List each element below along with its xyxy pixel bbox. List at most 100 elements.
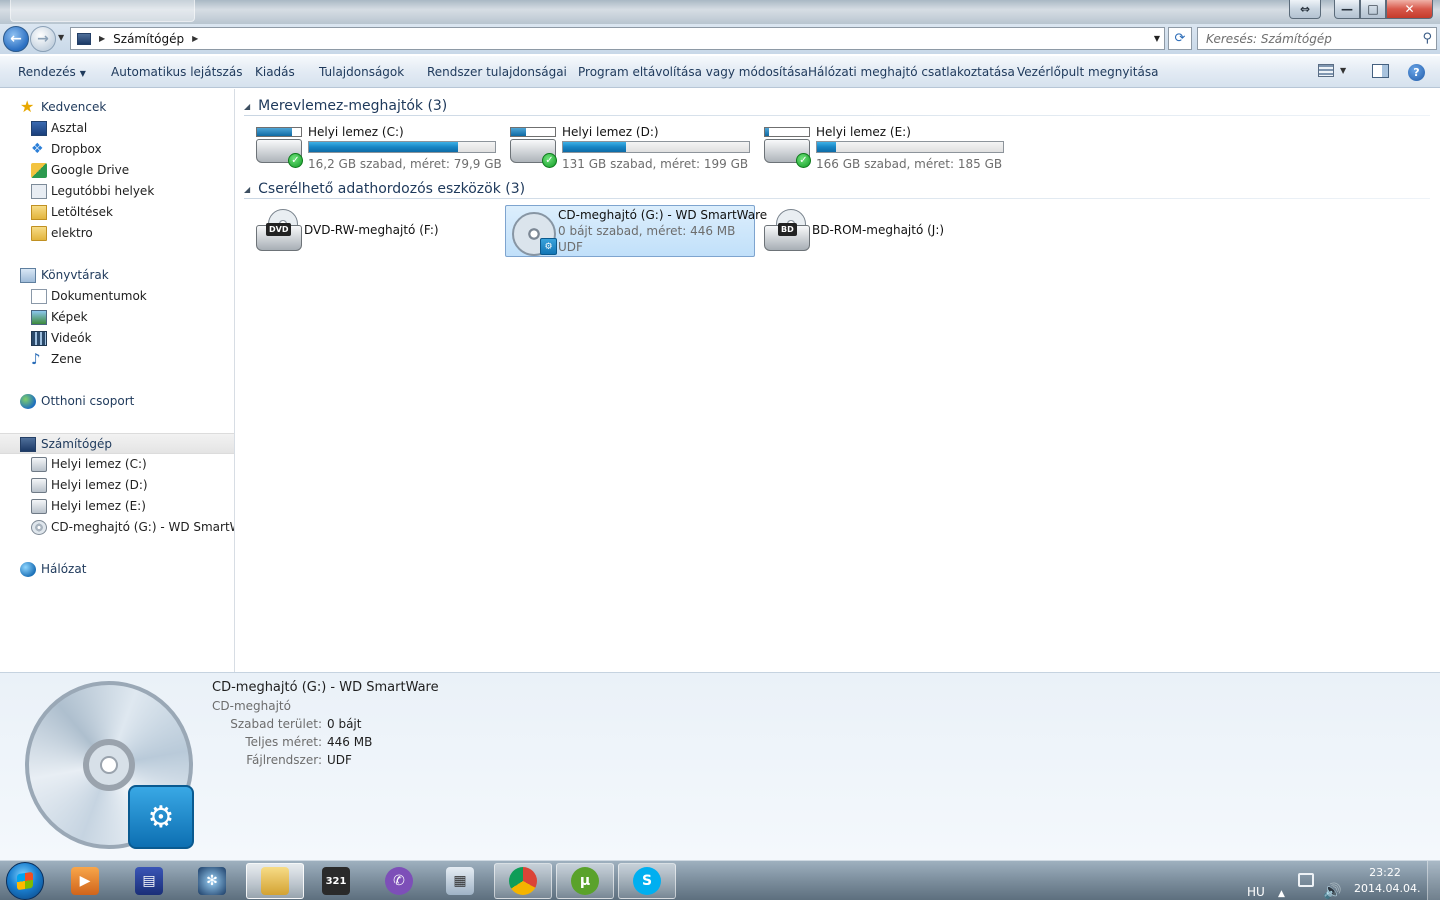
viber-icon: ✆ (385, 867, 413, 895)
close-button[interactable]: ✕ (1386, 0, 1433, 19)
hard-drive-icon: ✓ (764, 127, 812, 168)
check-icon: ✓ (288, 153, 303, 168)
usage-fill (563, 142, 627, 152)
eject-button[interactable]: Kiadás (255, 65, 295, 79)
drive-tile-j[interactable]: BD BD-ROM-meghajtó (J:) (760, 205, 1010, 257)
details-row: Szabad terület: 0 bájt (212, 717, 512, 735)
maximize-button[interactable]: □ (1360, 0, 1386, 19)
group-title: Merevlemez-meghajtók (3) (258, 98, 448, 114)
sidebar-item-network[interactable]: Hálózat (0, 559, 234, 580)
sidebar-item-computer[interactable]: Számítógép (0, 433, 234, 454)
open-control-panel-button[interactable]: Vezérlőpult megnyitása (1017, 65, 1158, 79)
organize-menu[interactable]: Rendezés ▼ (18, 65, 86, 79)
hard-drive-icon (31, 457, 47, 472)
volume-icon[interactable]: 🔊 (1323, 871, 1342, 900)
preview-pane-button[interactable] (1372, 64, 1389, 78)
drive-tile-f[interactable]: DVD DVD-RW-meghajtó (F:) (252, 205, 502, 257)
properties-button[interactable]: Tulajdonságok (319, 65, 404, 79)
taskbar-utorrent[interactable]: µ (556, 863, 614, 899)
sidebar-item-label: Számítógép (41, 437, 112, 451)
drive-tile-g[interactable]: ⚙ CD-meghajtó (G:) - WD SmartWare 0 bájt… (505, 205, 767, 257)
show-desktop-button[interactable] (1427, 861, 1440, 900)
drive-tile-c[interactable]: ✓ Helyi lemez (C:) 16,2 GB szabad, méret… (254, 123, 504, 175)
chevron-right-icon[interactable]: ▶ (99, 34, 105, 43)
back-button[interactable]: ← (3, 26, 29, 52)
sidebar-item-drive-d[interactable]: Helyi lemez (D:) (0, 475, 234, 496)
sidebar-item-favorites[interactable]: ★ Kedvencek (0, 97, 234, 118)
sidebar-item-downloads[interactable]: Letöltések (0, 202, 234, 223)
sidebar-item-label: CD-meghajtó (G:) - WD SmartWare (51, 520, 234, 534)
address-history-dropdown[interactable]: ▼ (1154, 34, 1160, 43)
drive-tile-e[interactable]: ✓ Helyi lemez (E:) 166 GB szabad, méret:… (762, 123, 1012, 175)
collapse-triangle-icon[interactable]: ◢ (244, 185, 250, 194)
sidebar-item-homegroup[interactable]: Otthoni csoport (0, 391, 234, 412)
forward-button[interactable]: → (30, 26, 56, 52)
show-hidden-icons-button[interactable]: ▲ (1278, 874, 1285, 900)
organize-label: Rendezés (18, 65, 76, 79)
taskbar-viber[interactable]: ✆ (370, 863, 428, 899)
change-view-button[interactable]: ▼ (1318, 64, 1346, 77)
autoplay-button[interactable]: Automatikus lejátszás (111, 65, 242, 79)
sidebar-item-label: Legutóbbi helyek (51, 184, 155, 198)
sidebar-item-drive-g[interactable]: CD-meghajtó (G:) - WD SmartWare (0, 517, 234, 538)
content-pane: ◢ Merevlemez-meghajtók (3) ✓ Helyi lemez… (236, 89, 1440, 672)
collapse-triangle-icon[interactable]: ◢ (244, 102, 250, 111)
breadcrumb-computer[interactable]: Számítógép (113, 32, 184, 46)
drive-name: BD-ROM-meghajtó (J:) (812, 223, 945, 237)
group-header-removable[interactable]: ◢ Cserélhető adathordozós eszközök (3) (244, 179, 1430, 199)
chevron-down-icon[interactable]: ▼ (1340, 66, 1346, 75)
restore-size-button[interactable]: ⇔ (1289, 0, 1321, 19)
taskbar-explorer[interactable] (246, 863, 304, 899)
sidebar-item-pictures[interactable]: Képek (0, 307, 234, 328)
chevron-right-icon[interactable]: ▶ (192, 34, 198, 43)
title-bar: ⇔ — □ ✕ (0, 0, 1440, 24)
sidebar-item-dropbox[interactable]: ❖ Dropbox (0, 139, 234, 160)
search-input[interactable] (1206, 31, 1406, 46)
details-title: CD-meghajtó (G:) - WD SmartWare (212, 680, 439, 695)
taskbar-calculator[interactable]: ▦ (431, 863, 489, 899)
sidebar-item-videos[interactable]: Videók (0, 328, 234, 349)
group-divider (244, 198, 1430, 199)
drive-tile-d[interactable]: ✓ Helyi lemez (D:) 131 GB szabad, méret:… (508, 123, 758, 175)
clock[interactable]: 23:22 2014.04.04. (1354, 865, 1420, 897)
recent-pages-dropdown[interactable]: ▼ (58, 33, 64, 42)
search-box[interactable]: ⚲ (1197, 27, 1437, 50)
map-network-drive-button[interactable]: Hálózati meghajtó csatlakoztatása (808, 65, 1015, 79)
preview-pane-icon (1372, 64, 1389, 78)
sidebar-item-documents[interactable]: Dokumentumok (0, 286, 234, 307)
taskbar-fan-app[interactable]: ✻ (183, 863, 241, 899)
details-value: 446 MB (327, 735, 373, 749)
sidebar-item-recent-places[interactable]: Legutóbbi helyek (0, 181, 234, 202)
system-properties-button[interactable]: Rendszer tulajdonságai (427, 65, 567, 79)
address-bar[interactable]: ▶ Számítógép ▶ ▼ (70, 27, 1165, 50)
taskbar-chrome[interactable] (494, 863, 552, 899)
refresh-button[interactable]: ⟳ (1168, 27, 1192, 50)
smartware-badge-icon: ⚙ (128, 785, 194, 849)
taskbar-skype[interactable]: S (618, 863, 676, 899)
documents-icon (31, 289, 47, 304)
taskbar-video-editor[interactable]: 321 (307, 863, 365, 899)
sidebar-item-music[interactable]: ♪ Zene (0, 349, 234, 370)
language-indicator[interactable]: HU (1247, 872, 1265, 900)
minimize-button[interactable]: — (1334, 0, 1360, 19)
sidebar-item-label: Zene (51, 352, 82, 366)
help-button[interactable]: ? (1408, 64, 1425, 81)
window-tab[interactable] (10, 0, 195, 22)
drive-space-info: 166 GB szabad, méret: 185 GB (816, 157, 1003, 171)
search-icon[interactable]: ⚲ (1422, 31, 1432, 46)
group-header-hard-drives[interactable]: ◢ Merevlemez-meghajtók (3) (244, 96, 1430, 116)
folder-icon (31, 226, 47, 241)
dropbox-icon: ❖ (31, 141, 44, 157)
taskbar-media-player[interactable]: ▶ (56, 863, 114, 899)
video-editor-icon: 321 (322, 867, 350, 895)
uninstall-program-button[interactable]: Program eltávolítása vagy módosítása (578, 65, 808, 79)
taskbar-save-app[interactable]: ▤ (120, 863, 178, 899)
sidebar-item-elektro[interactable]: elektro (0, 223, 234, 244)
network-status-icon[interactable] (1298, 873, 1314, 887)
sidebar-item-google-drive[interactable]: Google Drive (0, 160, 234, 181)
sidebar-item-desktop[interactable]: Asztal (0, 118, 234, 139)
sidebar-item-drive-c[interactable]: Helyi lemez (C:) (0, 454, 234, 475)
start-button[interactable] (6, 862, 44, 900)
sidebar-item-drive-e[interactable]: Helyi lemez (E:) (0, 496, 234, 517)
sidebar-item-libraries[interactable]: Könyvtárak (0, 265, 234, 286)
